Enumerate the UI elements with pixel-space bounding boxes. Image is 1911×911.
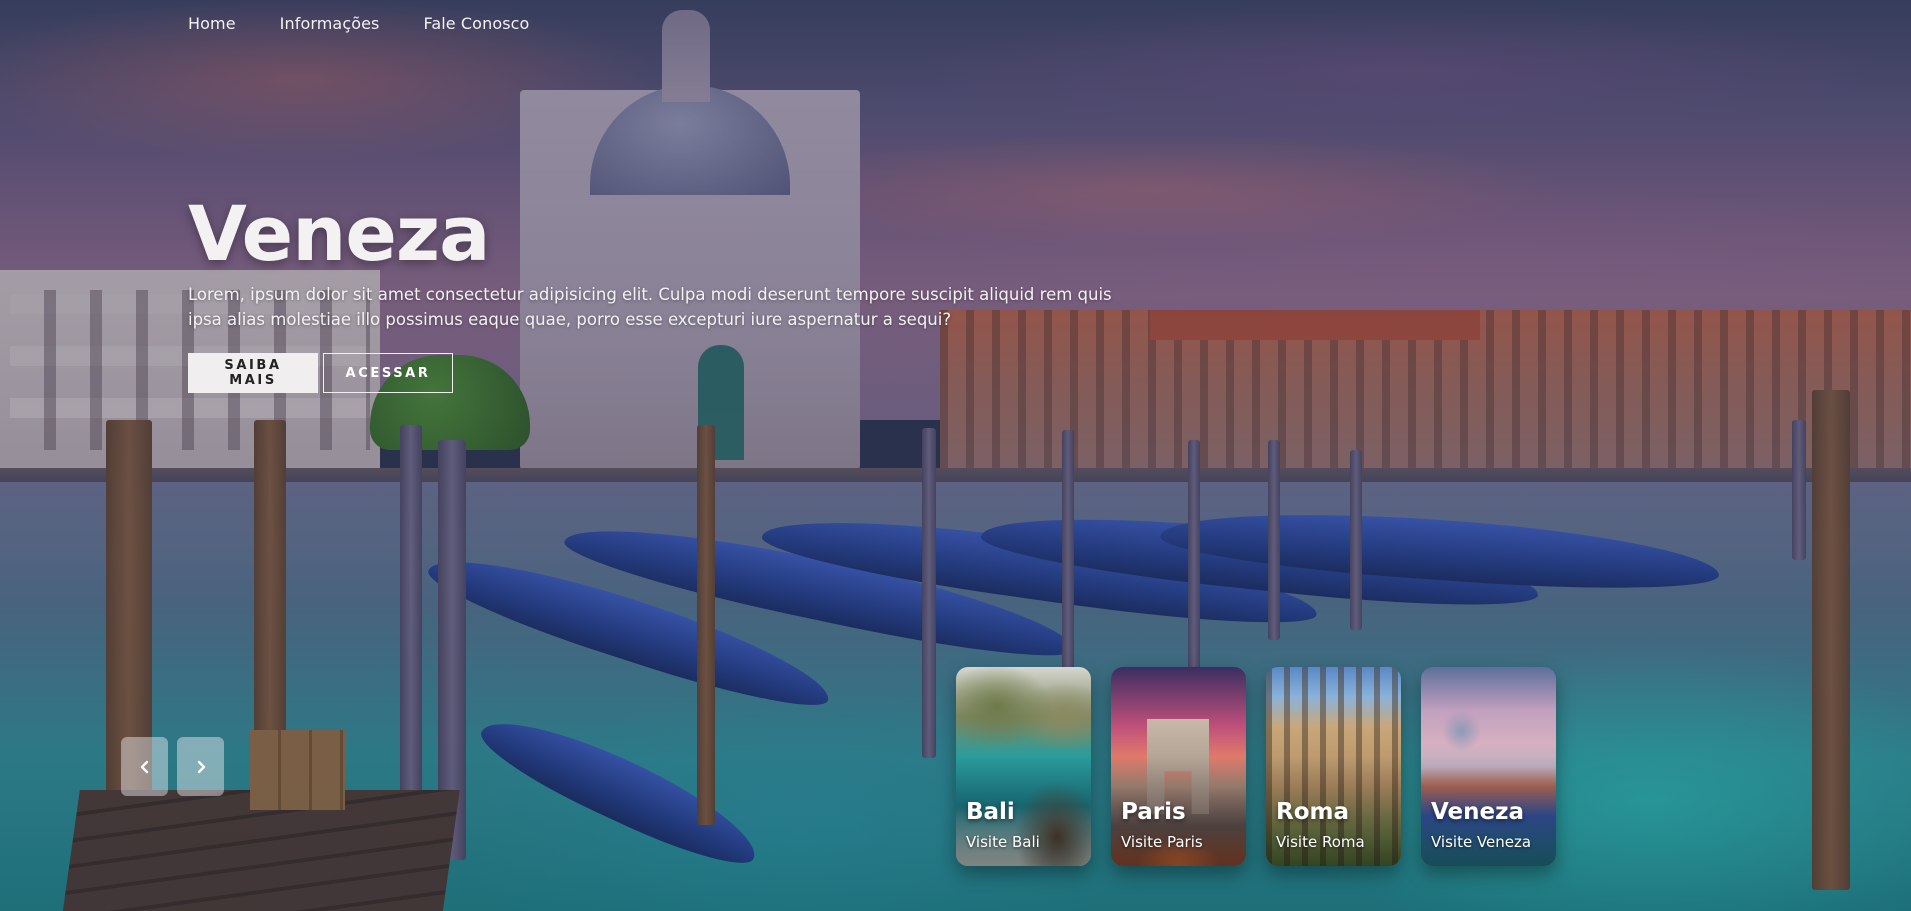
card-subtitle: Visite Veneza (1431, 833, 1532, 851)
carousel-next-button[interactable] (177, 737, 224, 796)
card-title: Veneza (1431, 799, 1525, 825)
hero-description: Lorem, ipsum dolor sit amet consectetur … (188, 285, 1112, 329)
destination-carousel: Bali Visite Bali Paris Visite Paris Roma… (956, 667, 1556, 866)
card-subtitle: Visite Bali (966, 833, 1040, 851)
card-subtitle: Visite Paris (1121, 833, 1203, 851)
nav-home-link[interactable]: Home (188, 14, 236, 33)
card-title: Roma (1276, 799, 1349, 825)
card-subtitle: Visite Roma (1276, 833, 1365, 851)
nav-fale-conosco-link[interactable]: Fale Conosco (424, 14, 530, 33)
main-nav: Home Informações Fale Conosco (188, 14, 529, 33)
destination-card-bali[interactable]: Bali Visite Bali (956, 667, 1091, 866)
chevron-left-icon (140, 760, 148, 773)
hero-title: Veneza (188, 189, 490, 278)
destination-card-roma[interactable]: Roma Visite Roma (1266, 667, 1401, 866)
carousel-prev-button[interactable] (121, 737, 168, 796)
hero-section: Veneza Lorem, ipsum dolor sit amet conse… (188, 190, 1148, 393)
card-title: Bali (966, 799, 1015, 825)
nav-informacoes-link[interactable]: Informações (280, 14, 380, 33)
card-title: Paris (1121, 799, 1186, 825)
destination-card-paris[interactable]: Paris Visite Paris (1111, 667, 1246, 866)
chevron-right-icon (197, 760, 205, 773)
hero-buttons: SAIBA MAIS ACESSAR (188, 353, 1148, 393)
acessar-button[interactable]: ACESSAR (323, 353, 453, 393)
saiba-mais-button[interactable]: SAIBA MAIS (188, 353, 318, 393)
destination-card-veneza[interactable]: Veneza Visite Veneza (1421, 667, 1556, 866)
